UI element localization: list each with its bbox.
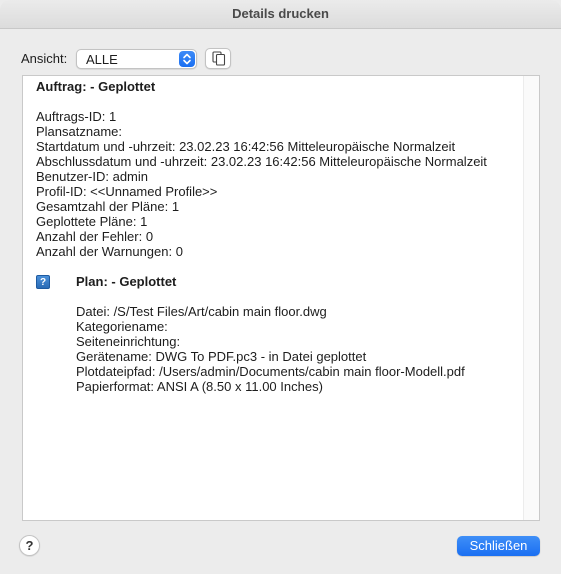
job-detail-line: Gesamtzahl der Pläne: 1 [36, 199, 180, 214]
question-mark-icon: ? [36, 275, 50, 289]
view-label: Ansicht: [21, 51, 68, 66]
job-details-list: Auftrags-ID: 1 Plansatzname: Startdatum … [36, 109, 487, 259]
plan-title: Plan: - Geplottet [76, 274, 177, 289]
job-detail-line: Auftrags-ID: 1 [36, 109, 117, 124]
job-detail-line: Startdatum und -uhrzeit: 23.02.23 16:42:… [36, 139, 456, 154]
job-detail-line: Geplottete Pläne: 1 [36, 214, 148, 229]
job-detail-line: Benutzer-ID: admin [36, 169, 148, 184]
help-button[interactable]: ? [19, 535, 40, 556]
job-detail-line: Anzahl der Fehler: 0 [36, 229, 154, 244]
view-select[interactable]: ALLE [76, 49, 197, 69]
up-down-chevron-icon[interactable] [179, 51, 195, 67]
window-title: Details drucken [0, 0, 561, 29]
job-detail-line: Abschlussdatum und -uhrzeit: 23.02.23 16… [36, 154, 487, 169]
view-select-value: ALLE [86, 52, 118, 67]
close-button[interactable]: Schließen [457, 536, 540, 556]
plan-detail-line: Plotdateipfad: /Users/admin/Documents/ca… [76, 364, 465, 379]
plan-details-list: Datei: /S/Test Files/Art/cabin main floo… [76, 304, 465, 394]
copy-button[interactable] [205, 48, 231, 69]
plan-detail-line: Papierformat: ANSI A (8.50 x 11.00 Inche… [76, 379, 323, 394]
job-detail-line: Profil-ID: <<Unnamed Profile>> [36, 184, 218, 199]
plan-detail-line: Datei: /S/Test Files/Art/cabin main floo… [76, 304, 327, 319]
copy-icon [212, 51, 226, 69]
job-title: Auftrag: - Geplottet [36, 79, 156, 94]
plan-detail-line: Gerätename: DWG To PDF.pc3 - in Datei ge… [76, 349, 367, 364]
plan-detail-line: Kategoriename: [76, 319, 168, 334]
plan-detail-line: Seiteneinrichtung: [76, 334, 181, 349]
job-detail-line: Plansatzname: [36, 124, 122, 139]
details-panel[interactable]: Auftrag: - Geplottet Auftrags-ID: 1 Plan… [22, 75, 540, 521]
vertical-scrollbar[interactable] [523, 76, 539, 520]
job-detail-line: Anzahl der Warnungen: 0 [36, 244, 183, 259]
print-details-window: Details drucken Ansicht: ALLE Auftrag: -… [0, 0, 561, 574]
